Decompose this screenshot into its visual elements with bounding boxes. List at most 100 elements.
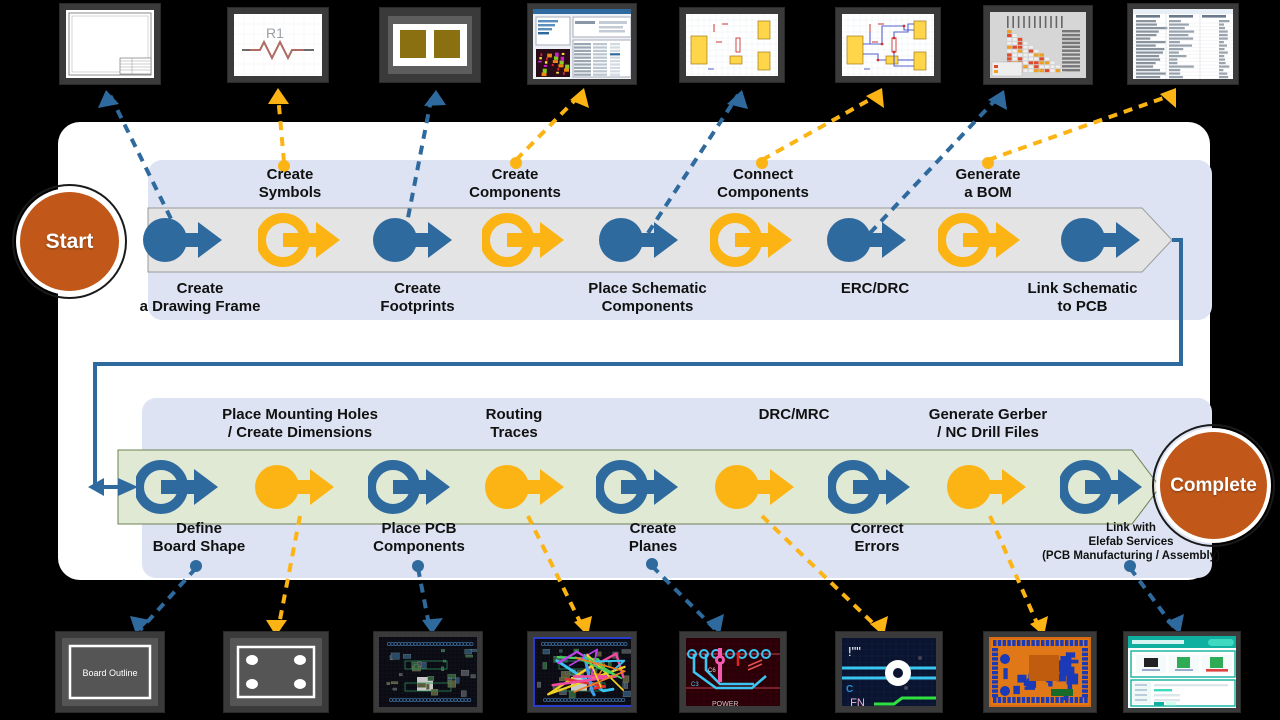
label-line: Planes [628,537,678,555]
bom-spreadsheet-thumbnail[interactable] [1128,4,1238,84]
label-line: Correct [850,520,904,537]
pcb-planes-thumbnail[interactable]: C6 C3 POWER [680,632,786,712]
pcb-routed-thumbnail[interactable] [528,632,636,712]
row2-below-label-3: Create Planes [565,520,741,555]
label-line: a BOM [964,183,1012,201]
row1-below-label-1: Create a Drawing Frame [110,280,290,315]
thumbnail-content: !"" C _FN [842,638,936,706]
row1-step-icon-7[interactable] [824,212,910,268]
row2-step-icon-9[interactable] [1060,459,1146,515]
thumbnail-content [989,637,1091,707]
complete-label: Complete [1170,474,1257,496]
row1-step-icon-6[interactable] [710,212,796,268]
row2-step-icon-5[interactable] [596,459,682,515]
thumbnail-content [388,16,472,74]
row1-below-label-3: Place Schematic Components [555,280,740,315]
thumbnail-content: C6 C3 POWER [686,638,780,706]
diagram-canvas: Start Complete Create a Drawing Frame Cr… [0,0,1280,720]
row1-step-icon-5[interactable] [596,212,682,268]
label-line: Place PCB [381,520,457,537]
row1-step-icon-2[interactable] [258,212,344,268]
label-line: Components [601,297,694,315]
thumbnail-content [990,12,1086,78]
label-line: Symbols [258,183,322,201]
label-line: Create [176,280,224,297]
row2-step-icon-1[interactable] [136,459,222,515]
svg-text:Board Outline: Board Outline [82,668,137,678]
svg-text:R1: R1 [266,25,284,41]
label-line: Components [373,537,465,555]
row2-step-icon-6[interactable] [712,459,798,515]
label-line: Elefab Services [1088,535,1174,548]
label-line: Place Schematic [588,280,707,297]
row2-step-icon-3[interactable] [368,459,454,515]
schematic-placed-thumbnail[interactable] [680,8,784,82]
label-line: Footprints [380,297,455,315]
row2-below-label-5: Link with Elefab Services (PCB Manufacturi… [968,522,1280,563]
label-line: Errors [854,537,900,555]
row1-above-label-3: Connect Components [678,166,848,201]
svg-text:_FN: _FN [843,697,865,706]
thumbnail-content: Board Outline [62,638,158,706]
thumbnail-content: R1 [234,14,322,76]
thumbnail-content [686,14,778,76]
svg-text:C: C [846,684,853,695]
label-line: Connect [733,166,793,183]
thumbnail-content [1128,636,1236,708]
row2-below-label-4: Correct Errors [790,520,964,555]
row2-step-icon-2[interactable] [252,459,338,515]
label-line: Link with [1106,522,1156,534]
label-line: Generate Gerber [928,406,1048,423]
row1-step-icon-1[interactable] [140,212,226,268]
thumbnail-content [379,637,477,707]
label-line: Link Schematic [1027,280,1138,297]
row1-above-label-2: Create Components [430,166,600,201]
elefab-service-thumbnail[interactable] [1124,632,1240,712]
row1-step-icon-3[interactable] [370,212,456,268]
row1-below-label-2: Create Footprints [330,280,505,315]
row1-step-icon-9[interactable] [1058,212,1144,268]
row1-step-icon-8[interactable] [938,212,1024,268]
label-line: / NC Drill Files [937,423,1039,441]
thumbnail-content [842,14,934,76]
symbol-editor-thumbnail[interactable]: R1 [228,8,328,82]
label-line: Traces [490,423,538,441]
row2-below-label-2: Place PCB Components [330,520,508,555]
schematic-connected-thumbnail[interactable] [836,8,940,82]
mounting-holes-thumbnail[interactable] [224,632,328,712]
label-line: Create [266,166,314,183]
row2-step-icon-8[interactable] [944,459,1030,515]
component-editor-thumbnail[interactable] [528,4,636,84]
svg-text:C3: C3 [691,682,699,688]
label-line: Create [491,166,539,183]
gerber-view-thumbnail[interactable] [984,632,1096,712]
drc-zoom-thumbnail[interactable]: !"" C _FN [836,632,942,712]
svg-text:POWER: POWER [712,701,738,706]
row2-above-label-4: Generate Gerber / NC Drill Files [876,406,1100,441]
label-line: Routing [485,406,543,423]
row2-step-icon-4[interactable] [482,459,568,515]
row2-below-label-1: Define Board Shape [110,520,288,555]
erc-matrix-thumbnail[interactable] [984,6,1092,84]
row1-below-label-5: Link Schematic to PCB [990,280,1175,315]
row2-above-label-1: Place Mounting Holes / Create Dimensions [172,406,428,441]
thumbnail-content [66,10,154,78]
thumbnail-content [230,638,322,706]
label-line: Define [176,520,222,537]
pcb-placed-thumbnail[interactable] [374,632,482,712]
row2-step-icon-7[interactable] [828,459,914,515]
label-line: to PCB [1057,297,1108,315]
thumbnail-content [1133,9,1233,79]
row1-above-label-4: Generate a BOM [903,166,1073,201]
label-line: / Create Dimensions [227,423,373,441]
label-line: (PCB Manufacturing / Assembly) [1042,549,1220,562]
thumbnail-content [533,9,631,79]
row1-below-label-4: ERC/DRC [790,280,960,298]
board-outline-thumbnail[interactable]: Board Outline [56,632,164,712]
row1-step-icon-4[interactable] [482,212,568,268]
svg-text:!"": !"" [848,644,861,659]
label-line: ERC/DRC [840,280,910,297]
drawing-frame-thumbnail[interactable] [60,4,160,84]
footprint-editor-thumbnail[interactable] [380,8,480,82]
label-line: Place Mounting Holes [222,406,378,423]
